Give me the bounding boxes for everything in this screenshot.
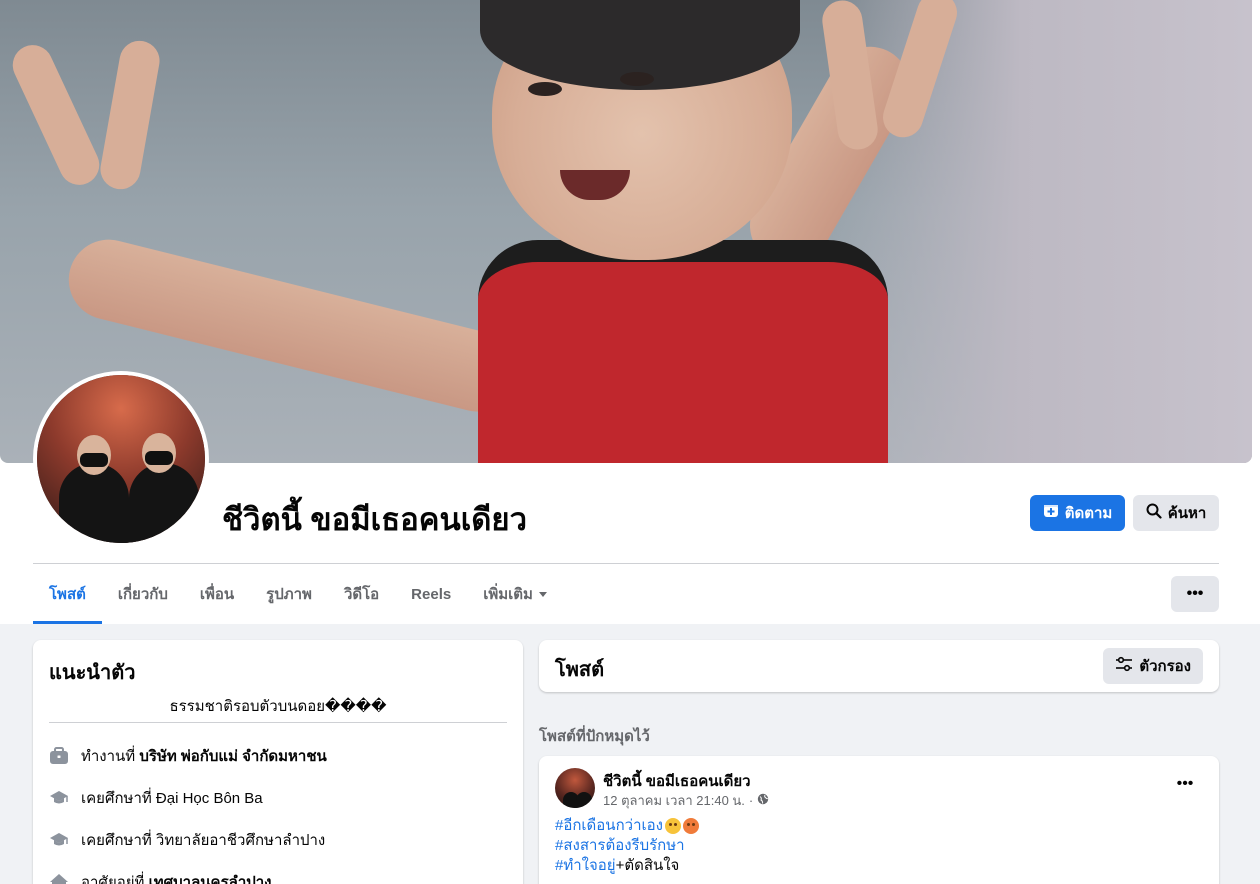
intro-education-1-link[interactable]: Đại Học Bôn Ba — [156, 790, 263, 807]
profile-header: ชีวิตนี้ ขอมีเธอคนเดียว ติดตาม ค้นหา โพส… — [0, 0, 1260, 624]
avatar-mask — [80, 453, 108, 467]
tab-label: เกี่ยวกับ — [117, 586, 168, 603]
post-text: +ตัดสินใจ — [615, 857, 680, 874]
cover-finger — [6, 38, 106, 192]
profile-avatar[interactable] — [33, 371, 209, 547]
angry-face-icon — [682, 818, 699, 834]
intro-education-2: เคยศึกษาที่ วิทยาลัยอาชีวศึกษาลำปาง — [49, 828, 325, 852]
tab-reels[interactable]: Reels — [395, 566, 467, 622]
filter-label: ตัวกรอง — [1139, 658, 1191, 675]
intro-title: แนะนำตัว — [49, 662, 136, 684]
post-line: #ทำใจอยู่ +ตัดสินใจ — [555, 856, 699, 876]
intro-work-link[interactable]: บริษัท พ่อกับแม่ จำกัดมหาชน — [139, 748, 326, 765]
posts-header-card: โพสต์ ตัวกรอง — [539, 640, 1219, 692]
hashtag-link[interactable]: #สงสารต้องรีบรักษา — [555, 836, 685, 856]
intro-location-prefix: อาศัยอยู่ที่ — [81, 874, 149, 884]
tab-posts[interactable]: โพสต์ — [33, 566, 102, 624]
tab-label: เพิ่มเติม — [483, 586, 533, 603]
follow-button[interactable]: ติดตาม — [1030, 495, 1125, 531]
intro-bio: ธรรมชาติรอบตัวบนดอย���� — [169, 698, 387, 715]
post-timestamp[interactable]: 12 ตุลาคม เวลา 21:40 น. — [603, 790, 745, 811]
intro-location: อาศัยอยู่ที่ เทศบาลนครลำปาง — [49, 870, 272, 884]
header-divider — [33, 563, 1219, 564]
pinned-post: ชีวิตนี้ ขอมีเธอคนเดียว 12 ตุลาคม เวลา 2… — [539, 756, 1219, 884]
profile-tabs: โพสต์ เกี่ยวกับ เพื่อน รูปภาพ วิดีโอ Ree… — [33, 566, 563, 624]
intro-education-1-prefix: เคยศึกษาที่ — [81, 790, 156, 807]
tab-more[interactable]: เพิ่มเติม — [467, 566, 563, 622]
cover-eye — [620, 72, 654, 86]
search-button[interactable]: ค้นหา — [1133, 495, 1219, 531]
intro-education-2-text[interactable]: เคยศึกษาที่ วิทยาลัยอาชีวศึกษาลำปาง — [81, 828, 325, 852]
meta-separator: · — [748, 793, 754, 808]
post-more-button[interactable]: ••• — [1167, 772, 1203, 796]
tab-friends[interactable]: เพื่อน — [184, 566, 250, 622]
filter-button[interactable]: ตัวกรอง — [1103, 648, 1203, 684]
pensive-face-icon — [664, 818, 681, 834]
tab-videos[interactable]: วิดีโอ — [328, 566, 395, 622]
hashtag-link[interactable]: #ทำใจอยู่ — [555, 856, 616, 876]
briefcase-icon — [49, 746, 69, 766]
chevron-down-icon — [538, 591, 547, 597]
intro-divider — [49, 722, 507, 723]
tab-photos[interactable]: รูปภาพ — [250, 566, 328, 622]
intro-work-prefix: ทำงานที่ — [81, 748, 140, 765]
follow-icon — [1043, 503, 1059, 523]
tab-about[interactable]: เกี่ยวกับ — [102, 566, 184, 622]
intro-card: แนะนำตัว ธรรมชาติรอบตัวบนดอย���� ทำงานที… — [33, 640, 523, 884]
tab-label: Reels — [411, 585, 452, 603]
post-line: #สงสารต้องรีบรักษา — [555, 836, 699, 856]
intro-work: ทำงานที่ บริษัท พ่อกับแม่ จำกัดมหาชน — [49, 744, 327, 768]
avatar-person — [576, 792, 592, 808]
search-label: ค้นหา — [1167, 505, 1207, 522]
follow-label: ติดตาม — [1064, 505, 1113, 522]
search-icon — [1146, 503, 1162, 523]
intro-location-link[interactable]: เทศบาลนครลำปาง — [149, 874, 272, 884]
post-body: #อีกเดือนกว่าเอง #สงสารต้องรีบรักษา #ทำใ… — [555, 816, 699, 876]
intro-education-1: เคยศึกษาที่ Đại Học Bôn Ba — [49, 786, 263, 810]
avatar-person — [129, 463, 199, 543]
home-icon — [49, 872, 69, 884]
post-line: #อีกเดือนกว่าเอง — [555, 816, 699, 836]
post-author-avatar[interactable] — [555, 768, 595, 808]
posts-title: โพสต์ — [555, 659, 605, 681]
cover-eye — [528, 82, 562, 96]
graduation-cap-icon — [49, 788, 69, 808]
tab-label: โพสต์ — [49, 586, 86, 603]
graduation-cap-icon — [49, 830, 69, 850]
avatar-person — [59, 463, 129, 543]
tab-label: เพื่อน — [199, 586, 235, 603]
post-meta: 12 ตุลาคม เวลา 21:40 น. · — [603, 790, 769, 811]
tab-label: รูปภาพ — [266, 586, 312, 603]
pinned-posts-label: โพสต์ที่ปักหมุดไว้ — [539, 728, 650, 745]
cover-finger — [97, 37, 163, 193]
profile-name: ชีวิตนี้ ขอมีเธอคนเดียว — [222, 502, 527, 537]
more-options-button[interactable]: ••• — [1171, 576, 1219, 612]
hashtag-link[interactable]: #อีกเดือนกว่าเอง — [555, 816, 663, 836]
globe-icon — [757, 793, 769, 808]
cover-shirt — [478, 240, 888, 463]
filter-icon — [1115, 656, 1133, 676]
tab-label: วิดีโอ — [343, 586, 380, 603]
avatar-mask — [145, 451, 173, 465]
